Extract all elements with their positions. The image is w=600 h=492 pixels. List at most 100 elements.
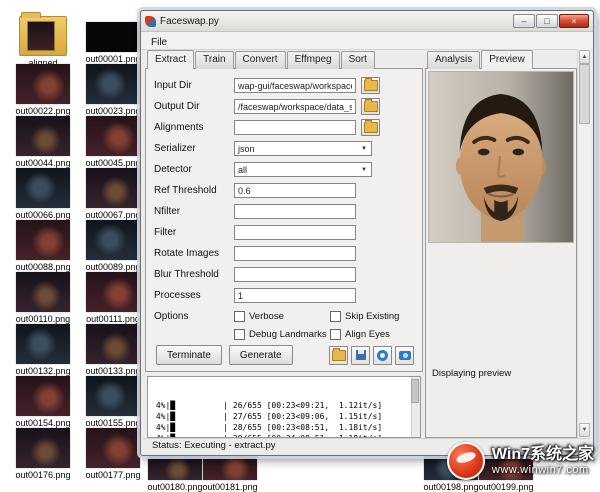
folder-icon — [364, 101, 378, 112]
file-item-out00181-png[interactable]: out00181.png — [201, 456, 259, 492]
chevron-down-icon: ▼ — [361, 146, 368, 152]
options-block: Options Verbose Skip Existing Debug Landma… — [148, 311, 418, 340]
tab-analysis[interactable]: Analysis — [427, 51, 480, 69]
watermark-title: Win7系统之家 — [492, 446, 594, 464]
align-eyes-checkbox[interactable] — [330, 329, 341, 340]
field-label: Serializer — [148, 143, 234, 154]
tab-convert[interactable]: Convert — [235, 51, 286, 69]
form-row-blur-threshold: Blur Threshold — [148, 264, 418, 285]
tab-effmpeg[interactable]: Effmpeg — [287, 51, 340, 69]
open-folder-button[interactable] — [329, 346, 348, 365]
file-label: out00198.png — [422, 482, 480, 492]
form-row-serializer: Serializerjson▼ — [148, 138, 418, 159]
serializer-dropdown[interactable]: json▼ — [234, 141, 372, 156]
alignments-field[interactable] — [234, 120, 356, 135]
save-console-button[interactable] — [351, 346, 370, 365]
alignments-browse-button[interactable] — [361, 119, 380, 136]
form-area: Input DirOutput DirAlignmentsSerializerj… — [148, 75, 418, 306]
detector-dropdown[interactable]: all▼ — [234, 162, 372, 177]
close-button[interactable]: × — [559, 14, 589, 28]
checkbox-label: Skip Existing — [345, 311, 399, 322]
titlebar[interactable]: Faceswap.py – □ × — [141, 11, 593, 32]
options-grid: Verbose Skip Existing Debug Landmarks Align… — [234, 311, 399, 340]
rotate-images-field[interactable] — [234, 246, 356, 261]
watermark-url: www.winwin7.com — [492, 464, 594, 476]
snapshot-button[interactable] — [395, 346, 414, 365]
generate-button[interactable]: Generate — [229, 345, 293, 365]
field-label: Processes — [148, 290, 234, 301]
folder-icon — [364, 80, 378, 91]
checkbox-label: Align Eyes — [345, 329, 390, 340]
console-output[interactable]: 4%|█ | 26/655 [00:23<09:21, 1.12it/s] 4%… — [147, 376, 421, 438]
checkbox-label: Verbose — [249, 311, 284, 322]
output-dir-browse-button[interactable] — [361, 98, 380, 115]
form-row-rotate-images: Rotate Images — [148, 243, 418, 264]
form-row-input-dir: Input Dir — [148, 75, 418, 96]
blur-threshold-field[interactable] — [234, 267, 356, 282]
dropdown-value: json — [238, 144, 361, 154]
field-label: Rotate Images — [148, 248, 234, 259]
image-thumbnail — [203, 456, 257, 480]
clear-icon — [377, 350, 388, 361]
processes-field[interactable] — [234, 288, 356, 303]
extract-tab-panel: Input DirOutput DirAlignmentsSerializerj… — [145, 68, 423, 372]
main-tabbar: ExtractTrainConvertEffmpegSort — [145, 51, 423, 69]
form-row-output-dir: Output Dir — [148, 96, 418, 117]
option-debug-landmarks: Debug Landmarks — [234, 329, 326, 340]
field-label: Ref Threshold — [148, 185, 234, 196]
scrollbar-thumb[interactable] — [579, 64, 590, 124]
input-dir-browse-button[interactable] — [361, 77, 380, 94]
window-body: ExtractTrainConvertEffmpegSort Input Dir… — [143, 49, 591, 438]
scroll-up-icon[interactable]: ▲ — [579, 50, 590, 64]
tab-sort[interactable]: Sort — [341, 51, 375, 69]
console-toolbar — [326, 346, 414, 365]
chevron-down-icon: ▼ — [361, 167, 368, 173]
save-icon — [356, 350, 366, 360]
preview-image — [428, 71, 574, 243]
window-controls: – □ × — [513, 14, 589, 28]
console-lines: 4%|█ | 26/655 [00:23<09:21, 1.12it/s] 4%… — [151, 400, 410, 438]
output-dir-field[interactable] — [234, 99, 356, 114]
input-dir-field[interactable] — [234, 78, 356, 93]
clear-console-button[interactable] — [373, 346, 392, 365]
window-title: Faceswap.py — [160, 16, 219, 27]
win7-logo-icon — [447, 442, 485, 480]
preview-status-text: Displaying preview — [426, 368, 576, 379]
action-row: Terminate Generate — [148, 345, 418, 367]
filter-field[interactable] — [234, 225, 356, 240]
form-row-filter: Filter — [148, 222, 418, 243]
dropdown-value: all — [238, 165, 361, 175]
image-thumbnail — [148, 456, 202, 480]
preview-pane: AnalysisPreview — [423, 49, 577, 438]
ref-threshold-field[interactable] — [234, 183, 356, 198]
minimize-button[interactable]: – — [513, 14, 535, 28]
terminate-button[interactable]: Terminate — [156, 345, 222, 365]
maximize-button[interactable]: □ — [536, 14, 558, 28]
tab-extract[interactable]: Extract — [147, 50, 194, 69]
window-scrollbar[interactable]: ▲ ▼ — [577, 49, 591, 438]
console-scroll-thumb[interactable] — [411, 379, 419, 403]
field-label: Filter — [148, 227, 234, 238]
skip-existing-checkbox[interactable] — [330, 311, 341, 322]
file-label: out00181.png — [201, 482, 259, 492]
scroll-down-icon[interactable]: ▼ — [579, 423, 590, 437]
tab-preview[interactable]: Preview — [481, 50, 533, 69]
folder-icon — [364, 122, 378, 133]
field-label: Output Dir — [148, 101, 234, 112]
debug-landmarks-checkbox[interactable] — [234, 329, 245, 340]
face-preview-graphic — [429, 72, 573, 242]
form-row-processes: Processes — [148, 285, 418, 306]
console-line: 4%|█ | 27/655 [00:23<09:06, 1.15it/s] — [151, 411, 410, 422]
console-scrollbar[interactable] — [411, 377, 420, 437]
menubar: File — [141, 32, 593, 50]
tab-train[interactable]: Train — [195, 51, 233, 69]
faceswap-window: Faceswap.py – □ × File ExtractTrainConve… — [140, 10, 594, 456]
checkbox-label: Debug Landmarks — [249, 329, 327, 340]
nfilter-field[interactable] — [234, 204, 356, 219]
folder-icon — [332, 350, 346, 361]
options-label: Options — [148, 311, 234, 340]
file-label: out00180.png — [146, 482, 204, 492]
verbose-checkbox[interactable] — [234, 311, 245, 322]
option-skip-existing: Skip Existing — [330, 311, 399, 322]
file-item-out00180-png[interactable]: out00180.png — [146, 456, 204, 492]
